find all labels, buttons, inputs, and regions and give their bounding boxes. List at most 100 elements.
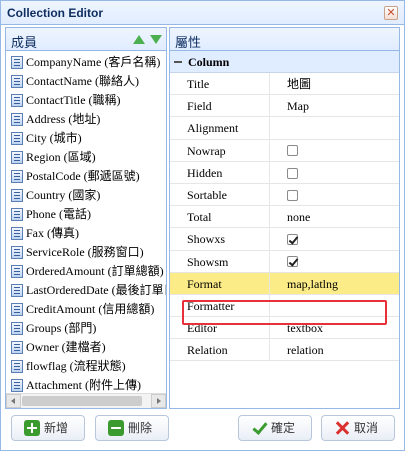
property-row: Total none [170,206,399,229]
field-icon [11,341,23,354]
add-button[interactable]: 新增 [11,415,85,441]
list-item[interactable]: ServiceRole (服務窗口) [6,243,166,262]
list-item-label: ContactName (聯絡人) [26,74,139,88]
dialog-footer: 新增 刪除 確定 取消 [1,410,404,450]
property-row: Showsm [170,250,399,273]
window-title: Collection Editor [7,6,103,20]
property-value[interactable] [270,117,399,138]
list-item[interactable]: ContactTitle (職稱) [6,91,166,110]
list-item[interactable]: Groups (部門) [6,319,166,338]
move-up-icon[interactable] [133,35,145,44]
field-icon [11,75,23,88]
property-value[interactable]: none [270,206,399,227]
field-icon [11,303,23,316]
property-name: Nowrap [170,139,270,161]
group-label: Column [188,55,230,69]
property-name: Relation [170,339,270,361]
list-item-label: ServiceRole (服務窗口) [26,245,144,259]
list-item-label: ContactTitle (職稱) [26,93,121,107]
list-item-label: flowflag (流程狀態) [26,359,126,373]
field-icon [11,94,23,107]
property-value[interactable]: Map [270,95,399,116]
checkbox[interactable] [287,234,298,246]
field-icon [11,170,23,183]
property-value[interactable]: relation [270,339,399,360]
close-icon[interactable]: ✕ [384,6,398,20]
property-value[interactable]: 地圖 [270,73,399,94]
list-item-label: Phone (電話) [26,207,91,221]
scroll-right-icon[interactable] [151,394,166,408]
title-bar: Collection Editor ✕ [1,1,404,25]
scroll-left-icon[interactable] [6,394,21,408]
members-header: 成員 [6,28,166,51]
property-value[interactable]: map,latlng [270,273,399,294]
list-item-label: City (城市) [26,131,82,145]
list-item-label: Fax (傳真) [26,226,79,240]
property-name: Showxs [170,228,270,250]
properties-header: 屬性 [170,28,399,51]
ok-button[interactable]: 確定 [238,415,312,441]
property-name: Total [170,206,270,228]
list-item[interactable]: CompanyName (客戶名稱) [6,53,166,72]
property-name: Hidden [170,161,270,183]
cancel-button-label: 取消 [354,421,379,435]
property-row: Alignment [170,117,399,140]
cancel-button[interactable]: 取消 [321,415,395,441]
list-item[interactable]: flowflag (流程狀態) [6,357,166,376]
property-name: Sortable [170,183,270,206]
list-item[interactable]: LastOrderedDate (最後訂單日 [6,281,166,300]
check-icon [251,420,267,436]
list-item-label: Owner (建檔者) [26,340,106,354]
property-name: Showsm [170,250,270,272]
delete-button[interactable]: 刪除 [95,415,169,441]
checkbox[interactable] [287,256,298,268]
add-button-label: 新增 [44,421,69,435]
horizontal-scrollbar[interactable] [6,393,166,408]
field-icon [11,265,23,278]
field-icon [11,284,23,297]
scroll-thumb[interactable] [22,396,142,406]
field-icon [11,113,23,126]
list-item[interactable]: Fax (傳真) [6,224,166,243]
property-value[interactable] [270,228,399,249]
list-item-label: CreditAmount (信用總額) [26,302,155,316]
checkbox[interactable] [287,189,298,201]
list-item[interactable]: Region (區域) [6,148,166,167]
field-icon [11,379,23,392]
list-item[interactable]: OrderedAmount (訂單總額) [6,262,166,281]
members-list: CompanyName (客戶名稱) ContactName (聯絡人) Conta… [6,51,166,408]
list-item[interactable]: Country (國家) [6,186,166,205]
collapse-icon[interactable] [174,61,182,63]
property-value[interactable] [270,162,399,183]
field-icon [11,189,23,202]
property-value[interactable] [270,140,399,161]
list-item[interactable]: PostalCode (郵遞區號) [6,167,166,186]
list-item[interactable]: Address (地址) [6,110,166,129]
delete-button-label: 刪除 [128,421,153,435]
list-item[interactable]: Phone (電話) [6,205,166,224]
list-item-label: CompanyName (客戶名稱) [26,55,161,69]
field-icon [11,322,23,335]
field-icon [11,208,23,221]
property-value[interactable] [270,184,399,205]
list-item[interactable]: CreditAmount (信用總額) [6,300,166,319]
list-item-label: Groups (部門) [26,321,97,335]
list-item[interactable]: Owner (建檔者) [6,338,166,357]
property-name: Title [170,73,270,95]
move-down-icon[interactable] [150,35,162,44]
property-value[interactable] [270,251,399,272]
property-row: Title 地圖 [170,73,399,96]
format-highlight-box [182,300,387,325]
field-icon [11,246,23,259]
property-group-column[interactable]: Column [170,51,399,73]
property-row: Hidden [170,161,399,184]
list-item-label: Address (地址) [26,112,101,126]
properties-header-label: 屬性 [175,35,202,50]
list-item-label: Country (國家) [26,188,101,202]
list-item[interactable]: ContactName (聯絡人) [6,72,166,91]
remove-icon [108,420,124,436]
checkbox[interactable] [287,145,298,157]
list-item[interactable]: City (城市) [6,129,166,148]
checkbox[interactable] [287,167,298,179]
members-header-label: 成員 [11,35,38,50]
